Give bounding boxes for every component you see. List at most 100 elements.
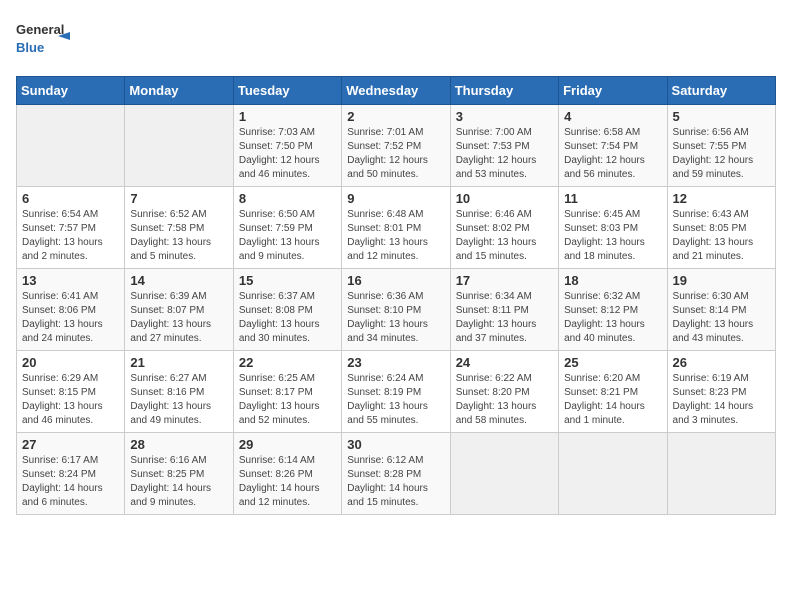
svg-text:Blue: Blue: [16, 40, 44, 55]
day-info: Sunrise: 6:32 AM Sunset: 8:12 PM Dayligh…: [564, 290, 661, 346]
calendar-cell: 2 Sunrise: 7:01 AM Sunset: 7:52 PM Daylig…: [342, 105, 450, 187]
day-number: 14: [130, 273, 227, 288]
calendar-cell: 20 Sunrise: 6:29 AM Sunset: 8:15 PM Dayli…: [17, 351, 125, 433]
day-info: Sunrise: 6:50 AM Sunset: 7:59 PM Dayligh…: [239, 208, 336, 264]
weekday-header-cell: Monday: [125, 77, 233, 105]
calendar-cell: 24 Sunrise: 6:22 AM Sunset: 8:20 PM Dayli…: [450, 351, 558, 433]
day-info: Sunrise: 6:30 AM Sunset: 8:14 PM Dayligh…: [673, 290, 770, 346]
calendar-cell: 4Sunrise: 6:58 AM Sunset: 7:54 PM Daylig…: [559, 105, 667, 187]
day-number: 20: [22, 355, 119, 370]
day-number: 19: [673, 273, 770, 288]
weekday-header-cell: Sunday: [17, 77, 125, 105]
calendar-cell: 14 Sunrise: 6:39 AM Sunset: 8:07 PM Dayli…: [125, 269, 233, 351]
day-info: Sunrise: 6:25 AM Sunset: 8:17 PM Dayligh…: [239, 372, 336, 428]
weekday-header-cell: Thursday: [450, 77, 558, 105]
day-number: 17: [456, 273, 553, 288]
logo-svg: General Blue: [16, 16, 76, 64]
day-info: Sunrise: 6:37 AM Sunset: 8:08 PM Dayligh…: [239, 290, 336, 346]
calendar-cell: 23 Sunrise: 6:24 AM Sunset: 8:19 PM Dayli…: [342, 351, 450, 433]
calendar-cell: 17 Sunrise: 6:34 AM Sunset: 8:11 PM Dayli…: [450, 269, 558, 351]
calendar-cell: [125, 105, 233, 187]
calendar-cell: [559, 433, 667, 515]
day-number: 13: [22, 273, 119, 288]
weekday-header-cell: Friday: [559, 77, 667, 105]
day-number: 1: [239, 109, 336, 124]
weekday-header-cell: Wednesday: [342, 77, 450, 105]
calendar-cell: [17, 105, 125, 187]
calendar-cell: 10 Sunrise: 6:46 AM Sunset: 8:02 PM Dayli…: [450, 187, 558, 269]
calendar-cell: 16 Sunrise: 6:36 AM Sunset: 8:10 PM Dayli…: [342, 269, 450, 351]
day-info: Sunrise: 6:27 AM Sunset: 8:16 PM Dayligh…: [130, 372, 227, 428]
calendar-cell: 19 Sunrise: 6:30 AM Sunset: 8:14 PM Dayli…: [667, 269, 775, 351]
day-number: 16: [347, 273, 444, 288]
day-number: 8: [239, 191, 336, 206]
calendar-cell: [667, 433, 775, 515]
day-number: 9: [347, 191, 444, 206]
page-header: General Blue: [16, 16, 776, 64]
logo: General Blue: [16, 16, 76, 64]
calendar-cell: [450, 433, 558, 515]
calendar-cell: 3 Sunrise: 7:00 AM Sunset: 7:53 PM Daylig…: [450, 105, 558, 187]
calendar-cell: 7 Sunrise: 6:52 AM Sunset: 7:58 PM Daylig…: [125, 187, 233, 269]
day-number: 11: [564, 191, 661, 206]
day-info: Sunrise: 6:34 AM Sunset: 8:11 PM Dayligh…: [456, 290, 553, 346]
day-info: Sunrise: 6:46 AM Sunset: 8:02 PM Dayligh…: [456, 208, 553, 264]
day-info: Sunrise: 6:17 AM Sunset: 8:24 PM Dayligh…: [22, 454, 119, 510]
calendar-week-row: 13Sunrise: 6:41 AM Sunset: 8:06 PM Dayli…: [17, 269, 776, 351]
day-number: 24: [456, 355, 553, 370]
calendar-cell: 1 Sunrise: 7:03 AM Sunset: 7:50 PM Daylig…: [233, 105, 341, 187]
day-info: Sunrise: 6:22 AM Sunset: 8:20 PM Dayligh…: [456, 372, 553, 428]
day-info: Sunrise: 7:00 AM Sunset: 7:53 PM Dayligh…: [456, 126, 553, 182]
day-info: Sunrise: 6:43 AM Sunset: 8:05 PM Dayligh…: [673, 208, 770, 264]
day-number: 28: [130, 437, 227, 452]
day-number: 29: [239, 437, 336, 452]
calendar-week-row: 27 Sunrise: 6:17 AM Sunset: 8:24 PM Dayli…: [17, 433, 776, 515]
calendar-cell: 5Sunrise: 6:56 AM Sunset: 7:55 PM Daylig…: [667, 105, 775, 187]
calendar-cell: 27 Sunrise: 6:17 AM Sunset: 8:24 PM Dayli…: [17, 433, 125, 515]
day-info: Sunrise: 6:24 AM Sunset: 8:19 PM Dayligh…: [347, 372, 444, 428]
day-info: Sunrise: 6:39 AM Sunset: 8:07 PM Dayligh…: [130, 290, 227, 346]
day-info: Sunrise: 6:16 AM Sunset: 8:25 PM Dayligh…: [130, 454, 227, 510]
day-number: 3: [456, 109, 553, 124]
day-info: Sunrise: 6:19 AM Sunset: 8:23 PM Dayligh…: [673, 372, 770, 428]
calendar-cell: 29 Sunrise: 6:14 AM Sunset: 8:26 PM Dayli…: [233, 433, 341, 515]
day-number: 30: [347, 437, 444, 452]
calendar-cell: 11 Sunrise: 6:45 AM Sunset: 8:03 PM Dayli…: [559, 187, 667, 269]
day-info: Sunrise: 7:01 AM Sunset: 7:52 PM Dayligh…: [347, 126, 444, 182]
calendar-cell: 26 Sunrise: 6:19 AM Sunset: 8:23 PM Dayli…: [667, 351, 775, 433]
day-number: 4: [564, 109, 661, 124]
day-info: Sunrise: 7:03 AM Sunset: 7:50 PM Dayligh…: [239, 126, 336, 182]
calendar-cell: 21Sunrise: 6:27 AM Sunset: 8:16 PM Dayli…: [125, 351, 233, 433]
day-info: Sunrise: 6:36 AM Sunset: 8:10 PM Dayligh…: [347, 290, 444, 346]
day-number: 25: [564, 355, 661, 370]
calendar-cell: 13Sunrise: 6:41 AM Sunset: 8:06 PM Dayli…: [17, 269, 125, 351]
day-number: 10: [456, 191, 553, 206]
calendar-cell: 22Sunrise: 6:25 AM Sunset: 8:17 PM Dayli…: [233, 351, 341, 433]
day-info: Sunrise: 6:54 AM Sunset: 7:57 PM Dayligh…: [22, 208, 119, 264]
calendar-cell: 18Sunrise: 6:32 AM Sunset: 8:12 PM Dayli…: [559, 269, 667, 351]
day-number: 27: [22, 437, 119, 452]
day-info: Sunrise: 6:45 AM Sunset: 8:03 PM Dayligh…: [564, 208, 661, 264]
day-info: Sunrise: 6:14 AM Sunset: 8:26 PM Dayligh…: [239, 454, 336, 510]
weekday-header-row: SundayMondayTuesdayWednesdayThursdayFrid…: [17, 77, 776, 105]
calendar-cell: 30 Sunrise: 6:12 AM Sunset: 8:28 PM Dayli…: [342, 433, 450, 515]
day-number: 2: [347, 109, 444, 124]
day-info: Sunrise: 6:29 AM Sunset: 8:15 PM Dayligh…: [22, 372, 119, 428]
day-number: 15: [239, 273, 336, 288]
calendar-cell: 28 Sunrise: 6:16 AM Sunset: 8:25 PM Dayli…: [125, 433, 233, 515]
day-info: Sunrise: 6:52 AM Sunset: 7:58 PM Dayligh…: [130, 208, 227, 264]
day-info: Sunrise: 6:12 AM Sunset: 8:28 PM Dayligh…: [347, 454, 444, 510]
svg-text:General: General: [16, 22, 64, 37]
day-number: 5: [673, 109, 770, 124]
calendar-cell: 9 Sunrise: 6:48 AM Sunset: 8:01 PM Daylig…: [342, 187, 450, 269]
day-number: 23: [347, 355, 444, 370]
calendar-cell: 8 Sunrise: 6:50 AM Sunset: 7:59 PM Daylig…: [233, 187, 341, 269]
calendar-cell: 15 Sunrise: 6:37 AM Sunset: 8:08 PM Dayli…: [233, 269, 341, 351]
day-info: Sunrise: 6:48 AM Sunset: 8:01 PM Dayligh…: [347, 208, 444, 264]
day-number: 7: [130, 191, 227, 206]
calendar-table: SundayMondayTuesdayWednesdayThursdayFrid…: [16, 76, 776, 515]
day-number: 26: [673, 355, 770, 370]
day-number: 12: [673, 191, 770, 206]
calendar-cell: 6Sunrise: 6:54 AM Sunset: 7:57 PM Daylig…: [17, 187, 125, 269]
day-info: Sunrise: 6:20 AM Sunset: 8:21 PM Dayligh…: [564, 372, 661, 428]
